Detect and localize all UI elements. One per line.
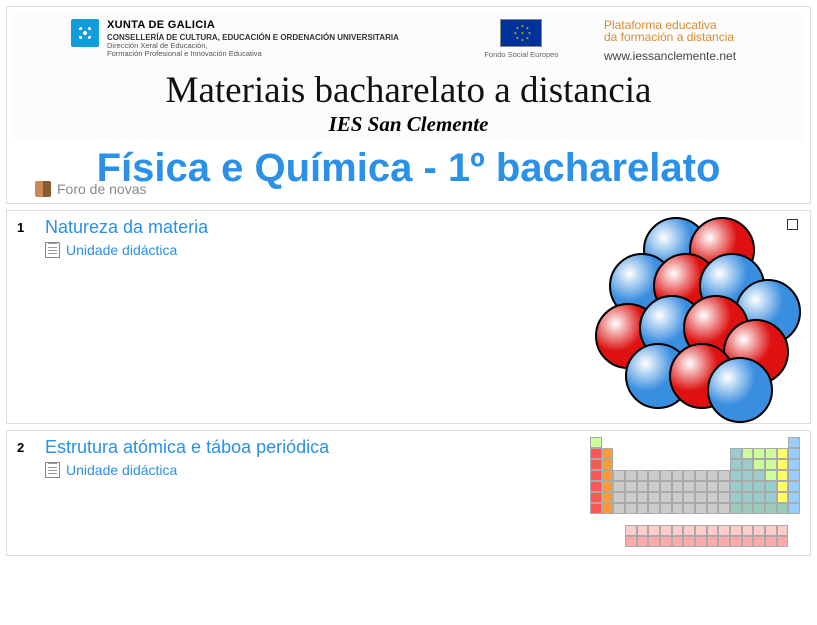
subhead: IES San Clemente <box>13 112 804 137</box>
unit-link[interactable]: Unidade didáctica <box>45 462 580 478</box>
section-title[interactable]: Natureza da materia <box>45 217 580 238</box>
platform-url: www.iessanclemente.net <box>604 49 782 63</box>
platform-line2: da formación a distancia <box>604 31 782 43</box>
section-image <box>590 217 800 417</box>
section-1: 1 Natureza da materia Unidade didáctica <box>6 210 811 424</box>
headline: Materiais bacharelato a distancia <box>13 69 804 112</box>
unit-link-label: Unidade didáctica <box>66 462 177 478</box>
eu-funding-block: Fondo Social Europeo <box>444 19 558 59</box>
section-image <box>590 437 800 549</box>
atom-cluster-icon <box>595 217 795 417</box>
section-2: 2 Estrutura atómica e táboa periódica Un… <box>6 430 811 556</box>
platform-info: Plataforma educativa da formación a dist… <box>604 19 804 63</box>
forum-label: Foro de novas <box>57 181 147 197</box>
xunta-emblem-icon <box>71 19 99 47</box>
document-icon <box>45 462 60 478</box>
section-number: 1 <box>17 217 35 235</box>
eu-flag-icon <box>500 19 542 47</box>
periodic-table-icon <box>590 437 800 549</box>
eu-caption: Fondo Social Europeo <box>484 50 558 59</box>
unit-link-label: Unidade didáctica <box>66 242 177 258</box>
section-number: 2 <box>17 437 35 455</box>
course-banner: XUNTA DE GALICIA CONSELLERÍA DE CULTURA,… <box>6 6 811 204</box>
unit-link[interactable]: Unidade didáctica <box>45 242 580 258</box>
document-icon <box>45 242 60 258</box>
xunta-logo-block: XUNTA DE GALICIA CONSELLERÍA DE CULTURA,… <box>13 19 399 59</box>
section-title[interactable]: Estrutura atómica e táboa periódica <box>45 437 580 458</box>
xunta-org: XUNTA DE GALICIA <box>107 19 399 32</box>
forum-icon <box>35 181 51 197</box>
xunta-dir2: Formación Profesional e Innovación Educa… <box>107 50 399 59</box>
